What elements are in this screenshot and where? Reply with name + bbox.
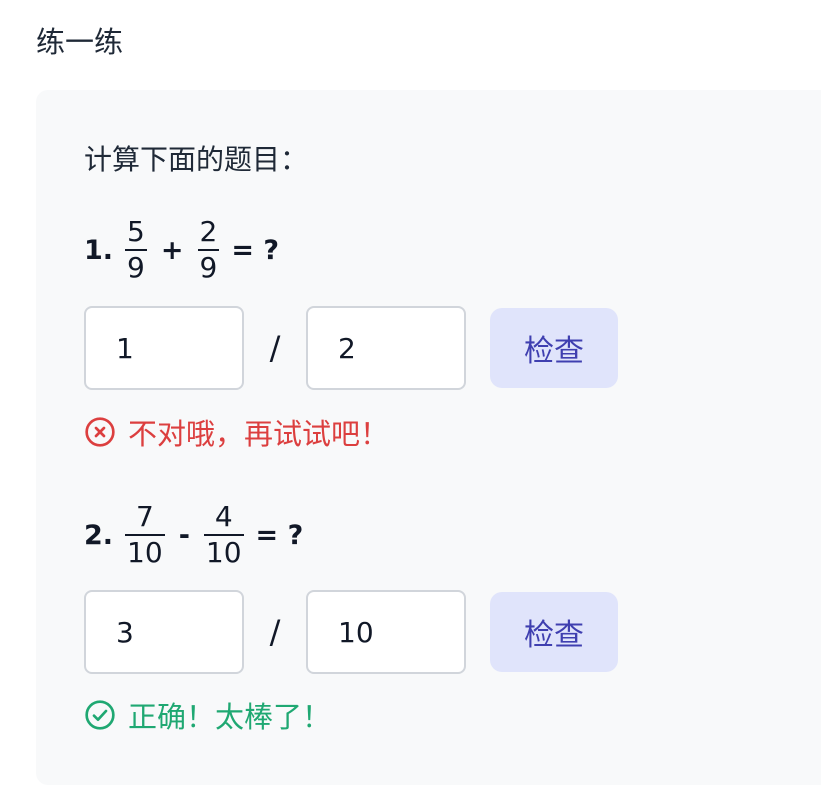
equals-sign: = ? bbox=[231, 234, 280, 266]
check-circle-icon bbox=[85, 700, 115, 730]
x-circle-icon bbox=[85, 417, 115, 447]
fraction-numerator: 4 bbox=[214, 500, 233, 533]
fraction-denominator: 10 bbox=[127, 536, 163, 569]
problem-number: 2. bbox=[84, 519, 114, 551]
feedback-error: 不对哦，再试试吧！ bbox=[84, 410, 389, 454]
fraction-slash: / bbox=[269, 329, 281, 367]
feedback-success: 正确！太棒了！ bbox=[84, 693, 331, 737]
fraction-1: 5 9 bbox=[125, 218, 147, 282]
fraction-slash: / bbox=[269, 613, 281, 651]
answer-row-2: / 检查 bbox=[84, 590, 618, 674]
check-button[interactable]: 检查 bbox=[490, 308, 618, 388]
problem-number: 1. bbox=[84, 234, 114, 266]
check-button[interactable]: 检查 bbox=[490, 592, 618, 672]
fraction-numerator: 5 bbox=[127, 215, 145, 248]
denominator-input[interactable] bbox=[306, 306, 466, 390]
exercise-card: 计算下面的题目： 1. 5 9 + 2 9 = ? / 检查 不对哦，再试试吧！… bbox=[36, 90, 821, 785]
feedback-text: 不对哦，再试试吧！ bbox=[128, 417, 390, 451]
numerator-input[interactable] bbox=[84, 590, 244, 674]
numerator-input[interactable] bbox=[84, 306, 244, 390]
fraction-2: 2 9 bbox=[197, 215, 220, 284]
feedback-text: 正确！太棒了！ bbox=[128, 700, 332, 734]
section-title: 练一练 bbox=[36, 25, 124, 59]
fraction-2: 4 10 bbox=[203, 500, 244, 569]
problem-2: 2. 7 10 - 4 10 = ? bbox=[84, 500, 303, 570]
equals-sign: = ? bbox=[255, 519, 304, 551]
fraction-denominator: 10 bbox=[205, 536, 242, 569]
answer-row-1: / 检查 bbox=[84, 306, 618, 390]
fraction-numerator: 7 bbox=[135, 500, 154, 533]
problem-1: 1. 5 9 + 2 9 = ? bbox=[84, 215, 279, 285]
fraction-numerator: 2 bbox=[199, 215, 218, 248]
operator: + bbox=[160, 234, 184, 266]
denominator-input[interactable] bbox=[306, 590, 466, 674]
operator: - bbox=[178, 519, 190, 551]
fraction-1: 7 10 bbox=[125, 503, 165, 567]
instruction-text: 计算下面的题目： bbox=[84, 143, 309, 176]
fraction-denominator: 9 bbox=[199, 251, 218, 284]
fraction-denominator: 9 bbox=[127, 251, 145, 284]
